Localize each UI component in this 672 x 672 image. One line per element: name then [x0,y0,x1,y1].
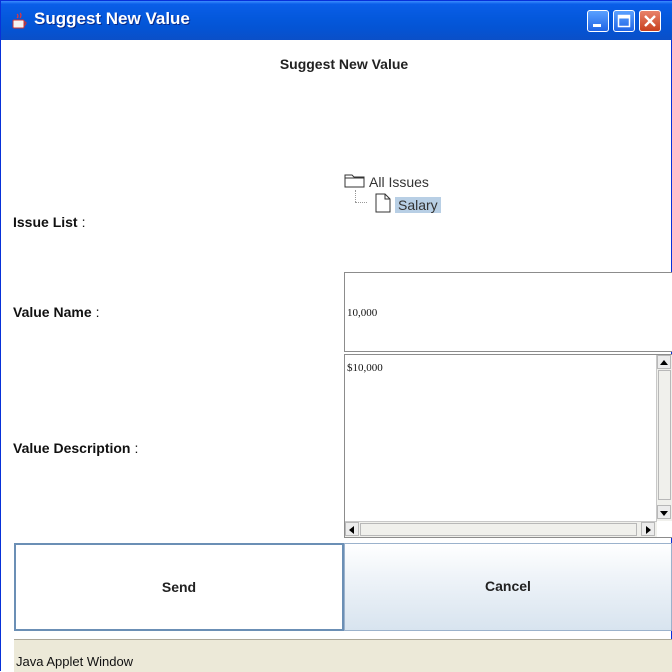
value-description-textarea[interactable]: $10,000 [344,354,672,538]
value-name-field[interactable]: 10,000 [344,272,672,352]
folder-icon [344,171,366,192]
tree-item-salary-label: Salary [395,196,441,213]
tree-root-all-issues[interactable]: All Issues [344,171,429,192]
close-button[interactable] [639,10,661,32]
vertical-scrollbar[interactable] [656,355,672,521]
applet-status-bar: Java Applet Window [14,639,672,672]
value-name-colon: : [95,304,100,320]
arrow-right-icon [646,526,651,534]
minimize-button[interactable] [587,10,609,32]
issue-list-colon: : [81,214,86,230]
arrow-down-icon [660,511,668,516]
value-description-label-text: Value Description [13,440,131,456]
maximize-icon [617,14,631,28]
maximize-button[interactable] [613,10,635,32]
value-name-label-text: Value Name [13,304,92,320]
value-description-label: Value Description: [13,440,138,456]
minimize-icon [593,24,601,27]
horizontal-scrollbar[interactable] [345,521,657,537]
java-cup-icon [11,12,29,30]
value-description-colon: : [134,440,139,456]
issue-list-label-text: Issue List [13,214,78,230]
value-name-label: Value Name: [13,304,100,320]
status-text: Java Applet Window [16,654,134,669]
scroll-up-button[interactable] [657,355,671,369]
value-name-text: 10,000 [347,307,378,319]
title-bar[interactable]: Suggest New Value [1,1,672,40]
send-button-label: Send [161,579,197,595]
issue-list-label: Issue List: [13,214,85,230]
horizontal-scroll-thumb[interactable] [360,523,637,536]
arrow-up-icon [660,360,668,365]
tree-root-label: All Issues [369,173,429,190]
tree-connector-horizontal [355,202,367,203]
close-icon [644,15,656,27]
arrow-left-icon [349,526,354,534]
cancel-button-label: Cancel [485,578,531,594]
applet-window: Suggest New Value Suggest New Value Issu… [0,0,672,672]
tree-item-salary[interactable]: Salary [374,193,441,216]
left-margin [1,40,14,672]
send-button[interactable]: Send [14,543,344,631]
dialog-heading: Suggest New Value [279,56,409,72]
tree-connector-vertical [355,190,356,202]
scroll-down-button[interactable] [657,505,671,519]
vertical-scroll-thumb[interactable] [658,370,671,500]
scroll-left-button[interactable] [345,522,359,536]
issue-tree[interactable]: All Issues Salary [344,171,672,251]
window-title: Suggest New Value [34,9,190,28]
value-description-text: $10,000 [347,362,383,374]
cancel-button[interactable]: Cancel [344,543,672,631]
scroll-right-button[interactable] [641,522,655,536]
document-icon [374,193,392,216]
